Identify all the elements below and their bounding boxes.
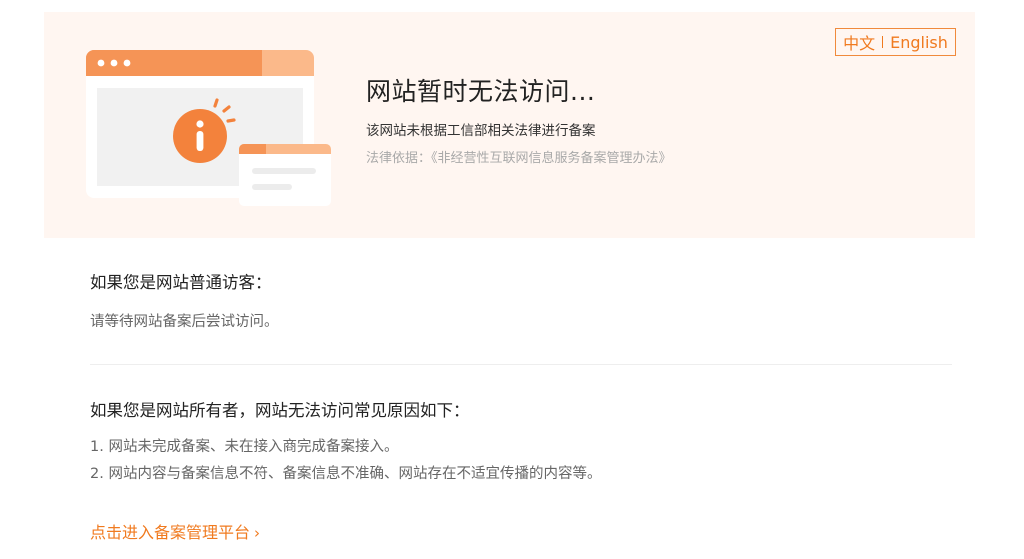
lang-en-button[interactable]: English [890,33,948,52]
browser-info-icon [86,50,331,206]
law-reference: 法律依据：《非经营性互联网信息服务备案管理办法》 [366,151,672,166]
visitor-text: 请等待网站备案后尝试访问。 [90,314,279,330]
chevron-right-icon: › [254,524,261,542]
filing-platform-link-label: 点击进入备案管理平台 [90,523,251,542]
section-divider [90,364,952,365]
reason-item: 2. 网站内容与备案信息不符、备案信息不准确、网站存在不适宜传播的内容等。 [90,466,602,482]
language-switch: 中文 English [835,28,956,56]
owner-heading: 如果您是网站所有者，网站无法访问常见原因如下： [90,401,470,420]
filing-platform-link[interactable]: 点击进入备案管理平台 › [90,519,260,543]
reason-item: 1. 网站未完成备案、未在接入商完成备案接入。 [90,439,399,455]
visitor-heading: 如果您是网站普通访客： [90,273,272,292]
lang-divider [882,36,884,48]
notice-subtitle: 该网站未根据工信部相关法律进行备案 [366,123,596,139]
lang-zh-button[interactable]: 中文 [843,30,875,54]
page-title: 网站暂时无法访问... [366,77,596,106]
